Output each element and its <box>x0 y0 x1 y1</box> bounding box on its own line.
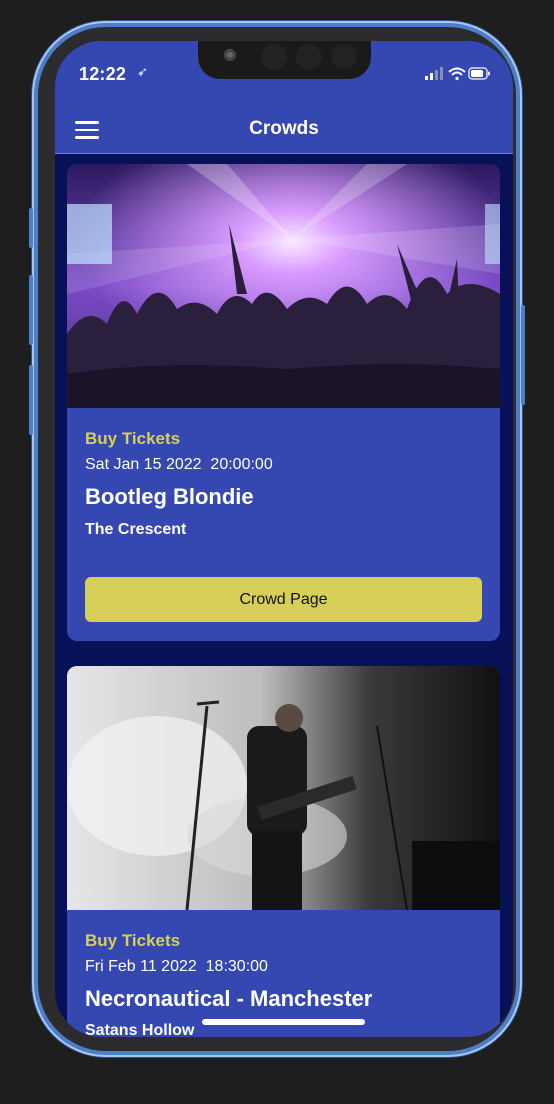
location-arrow-icon: ➶ <box>137 64 148 79</box>
sensor-icon <box>331 44 357 70</box>
guitarist-on-stage-image <box>67 666 500 910</box>
volume-down-button <box>29 365 33 435</box>
buy-tickets-link[interactable]: Buy Tickets <box>85 931 180 951</box>
event-name: Bootleg Blondie <box>85 484 254 509</box>
event-venue: Satans Hollow <box>85 1022 195 1037</box>
event-card: Buy Tickets Fri Feb 11 2022 18:30:00 Nec… <box>67 666 500 1037</box>
status-time: 12:22 <box>79 64 127 84</box>
side-button <box>29 208 33 248</box>
event-name: Necronautical - Manchester <box>85 986 373 1011</box>
app-screen: 12:22 ➶ Crowds Buy Tickets Sat Jan 15 20… <box>55 41 513 1037</box>
power-button <box>521 305 525 405</box>
sensor-icon <box>261 44 287 70</box>
event-venue: The Crescent <box>85 521 187 538</box>
wifi-icon <box>448 67 466 81</box>
page-title: Crowds <box>249 118 319 139</box>
home-indicator[interactable] <box>202 1019 365 1025</box>
battery-icon <box>468 67 490 80</box>
event-card: Buy Tickets Sat Jan 15 2022 20:00:00 Boo… <box>67 164 500 641</box>
buy-tickets-link[interactable]: Buy Tickets <box>85 429 180 449</box>
event-date: Fri Feb 11 2022 18:30:00 <box>85 958 268 975</box>
sensor-icon <box>296 44 322 70</box>
signal-icon <box>425 67 443 80</box>
event-date: Sat Jan 15 2022 20:00:00 <box>85 456 273 473</box>
app-bar: Crowds <box>55 107 513 154</box>
volume-up-button <box>29 275 33 345</box>
phone-notch <box>198 41 371 79</box>
event-list[interactable]: Buy Tickets Sat Jan 15 2022 20:00:00 Boo… <box>55 153 513 1037</box>
status-icons <box>425 67 490 81</box>
crowd-page-button[interactable]: Crowd Page <box>85 577 482 622</box>
concert-crowd-image <box>67 164 500 408</box>
front-camera-icon <box>224 49 236 61</box>
